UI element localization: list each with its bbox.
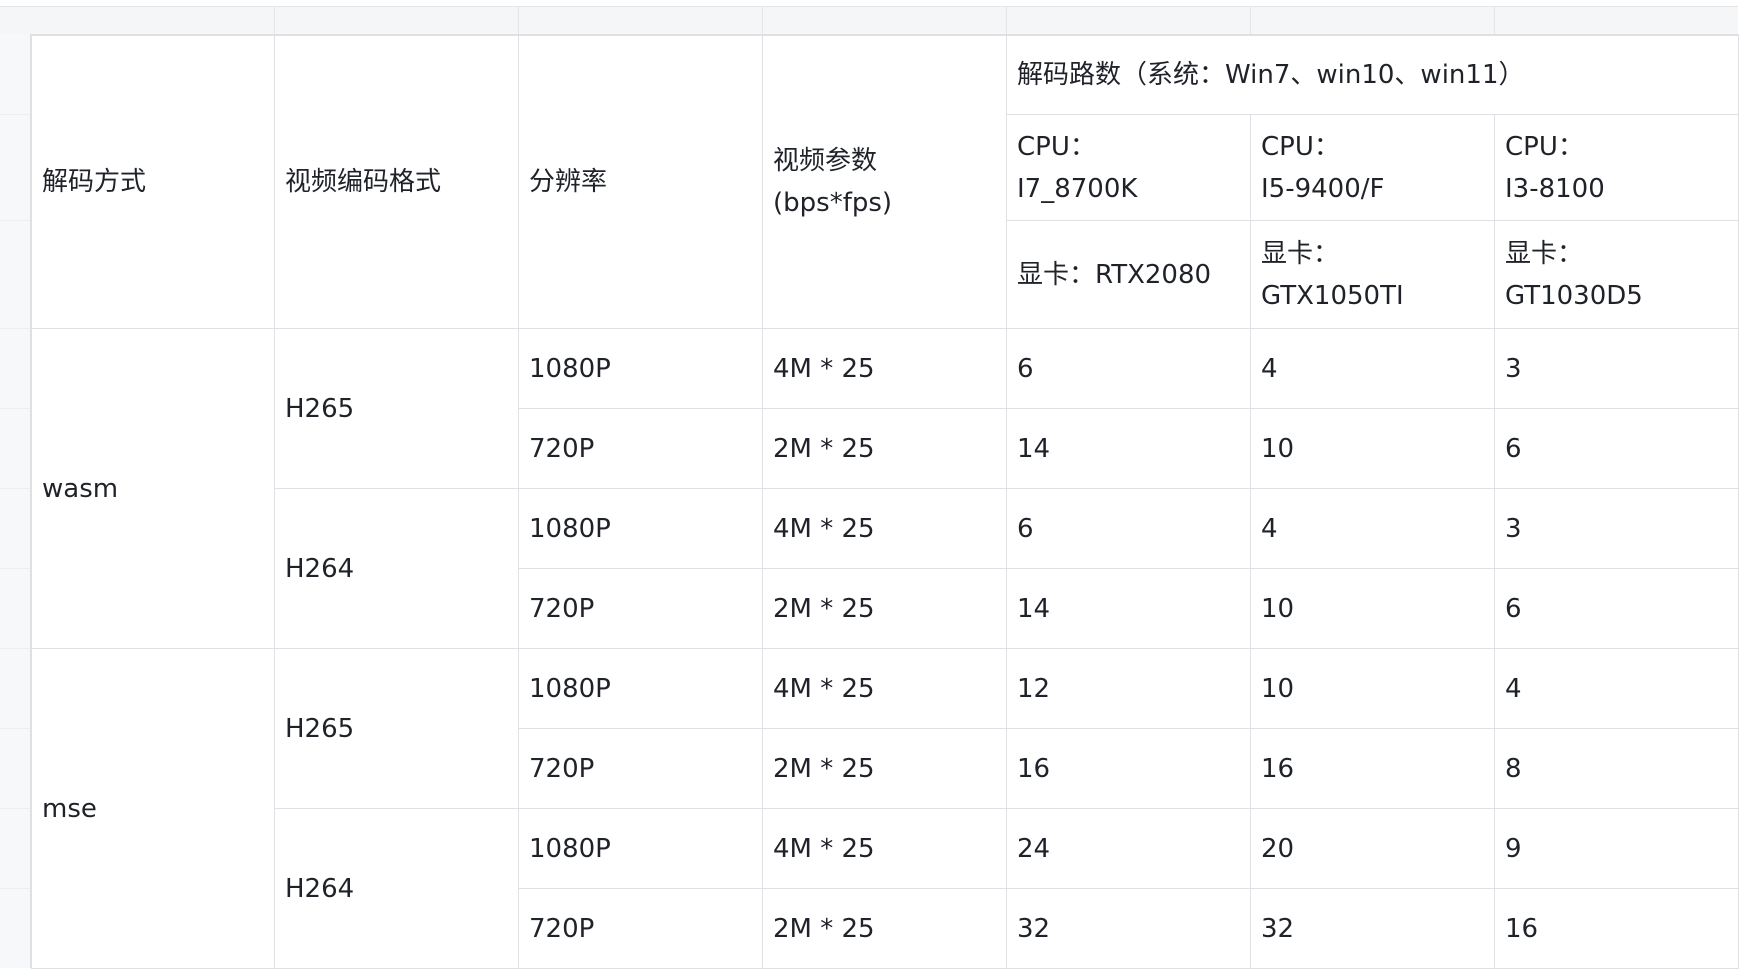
header-decode-channels[interactable]: 解码路数（系统：Win7、win10、win11）	[1005, 34, 1740, 115]
cell-params[interactable]: 2M * 25	[762, 728, 1007, 809]
cell-value[interactable]: 4	[1493, 648, 1740, 729]
cell-value[interactable]: 16	[1493, 888, 1740, 969]
row-divider[interactable]	[0, 568, 30, 569]
header-gpu-config-3[interactable]: 显卡： GT1030D5	[1493, 220, 1740, 329]
cell-value[interactable]: 6	[1493, 568, 1740, 649]
row-divider[interactable]	[0, 808, 30, 809]
header-video-params-line2: (bps*fps)	[773, 187, 893, 218]
gpu-model: GT1030D5	[1505, 280, 1643, 311]
header-resolution[interactable]: 分辨率	[518, 34, 763, 329]
header-video-params-line1: 视频参数	[773, 145, 878, 176]
row-header-strip[interactable]	[0, 34, 31, 968]
row-divider[interactable]	[0, 488, 30, 489]
cell-params[interactable]: 4M * 25	[762, 648, 1007, 729]
cell-params[interactable]: 4M * 25	[762, 808, 1007, 889]
column-divider[interactable]	[1006, 7, 1007, 35]
cell-params[interactable]: 2M * 25	[762, 568, 1007, 649]
cell-value[interactable]: 14	[1006, 408, 1251, 489]
gpu-model: GTX1050TI	[1261, 280, 1404, 311]
cell-value[interactable]: 4	[1250, 328, 1495, 409]
row-divider[interactable]	[0, 408, 30, 409]
cell-resolution[interactable]: 720P	[518, 568, 763, 649]
cell-resolution[interactable]: 720P	[518, 408, 763, 489]
cell-params[interactable]: 4M * 25	[762, 488, 1007, 569]
column-divider[interactable]	[1250, 7, 1251, 35]
header-gpu-config-1[interactable]: 显卡：RTX2080	[1006, 220, 1251, 329]
cpu-label: CPU：	[1261, 131, 1340, 162]
gpu-label: 显卡：	[1017, 259, 1096, 290]
header-video-codec[interactable]: 视频编码格式	[274, 34, 519, 329]
spreadsheet-view: 解码方式 视频编码格式 分辨率 视频参数 (bps*fps) 解码路数（系统：W…	[0, 0, 1744, 972]
cell-value[interactable]: 32	[1250, 888, 1495, 969]
cell-value[interactable]: 8	[1493, 728, 1740, 809]
cell-resolution[interactable]: 1080P	[518, 648, 763, 729]
row-divider[interactable]	[0, 114, 30, 115]
cell-codec[interactable]: H265	[274, 328, 519, 489]
cell-method-wasm[interactable]: wasm	[31, 328, 275, 649]
cell-value[interactable]: 3	[1493, 328, 1740, 409]
column-divider[interactable]	[274, 7, 275, 35]
column-divider[interactable]	[762, 7, 763, 35]
cpu-model: I3-8100	[1505, 173, 1605, 204]
cell-value[interactable]: 16	[1250, 728, 1495, 809]
cell-value[interactable]: 32	[1006, 888, 1251, 969]
cell-value[interactable]: 24	[1006, 808, 1251, 889]
cell-value[interactable]: 10	[1250, 648, 1495, 729]
cell-method-mse[interactable]: mse	[31, 648, 275, 969]
cpu-label: CPU：	[1017, 131, 1096, 162]
cell-value[interactable]: 3	[1493, 488, 1740, 569]
cpu-label: CPU：	[1505, 131, 1584, 162]
cell-codec[interactable]: H264	[274, 808, 519, 969]
cell-resolution[interactable]: 1080P	[518, 808, 763, 889]
cell-value[interactable]: 6	[1493, 408, 1740, 489]
header-cpu-config-3[interactable]: CPU： I3-8100	[1493, 114, 1740, 221]
cell-value[interactable]: 16	[1006, 728, 1251, 809]
cell-value[interactable]: 10	[1250, 568, 1495, 649]
header-decode-method[interactable]: 解码方式	[31, 34, 275, 329]
cell-resolution[interactable]: 1080P	[518, 488, 763, 569]
header-cpu-config-2[interactable]: CPU： I5-9400/F	[1250, 114, 1495, 221]
column-divider[interactable]	[1494, 7, 1495, 35]
cell-resolution[interactable]: 720P	[518, 728, 763, 809]
header-video-params[interactable]: 视频参数 (bps*fps)	[762, 34, 1007, 329]
cell-value[interactable]: 20	[1250, 808, 1495, 889]
cell-value[interactable]: 4	[1250, 488, 1495, 569]
row-divider[interactable]	[0, 648, 30, 649]
cell-value[interactable]: 6	[1006, 328, 1251, 409]
header-cpu-config-1[interactable]: CPU： I7_8700K	[1006, 114, 1251, 221]
row-divider[interactable]	[0, 220, 30, 221]
gpu-label: 显卡：	[1505, 238, 1584, 269]
cell-value[interactable]: 9	[1493, 808, 1740, 889]
cell-params[interactable]: 2M * 25	[762, 408, 1007, 489]
cell-resolution[interactable]: 720P	[518, 888, 763, 969]
cell-resolution[interactable]: 1080P	[518, 328, 763, 409]
cell-params[interactable]: 2M * 25	[762, 888, 1007, 969]
cell-value[interactable]: 12	[1006, 648, 1251, 729]
row-divider[interactable]	[0, 728, 30, 729]
cell-value[interactable]: 10	[1250, 408, 1495, 489]
column-divider[interactable]	[518, 7, 519, 35]
cell-value[interactable]: 6	[1006, 488, 1251, 569]
row-divider[interactable]	[0, 888, 30, 889]
gpu-model: RTX2080	[1095, 259, 1212, 290]
column-header-strip[interactable]	[0, 6, 1738, 36]
header-gpu-config-2[interactable]: 显卡： GTX1050TI	[1250, 220, 1495, 329]
decode-performance-table: 解码方式 视频编码格式 分辨率 视频参数 (bps*fps) 解码路数（系统：W…	[31, 34, 1740, 969]
cpu-model: I7_8700K	[1017, 173, 1138, 204]
cell-codec[interactable]: H265	[274, 648, 519, 809]
cpu-model: I5-9400/F	[1261, 173, 1385, 204]
cell-params[interactable]: 4M * 25	[762, 328, 1007, 409]
row-divider[interactable]	[0, 328, 30, 329]
cell-value[interactable]: 14	[1006, 568, 1251, 649]
gpu-label: 显卡：	[1261, 238, 1340, 269]
cell-codec[interactable]: H264	[274, 488, 519, 649]
